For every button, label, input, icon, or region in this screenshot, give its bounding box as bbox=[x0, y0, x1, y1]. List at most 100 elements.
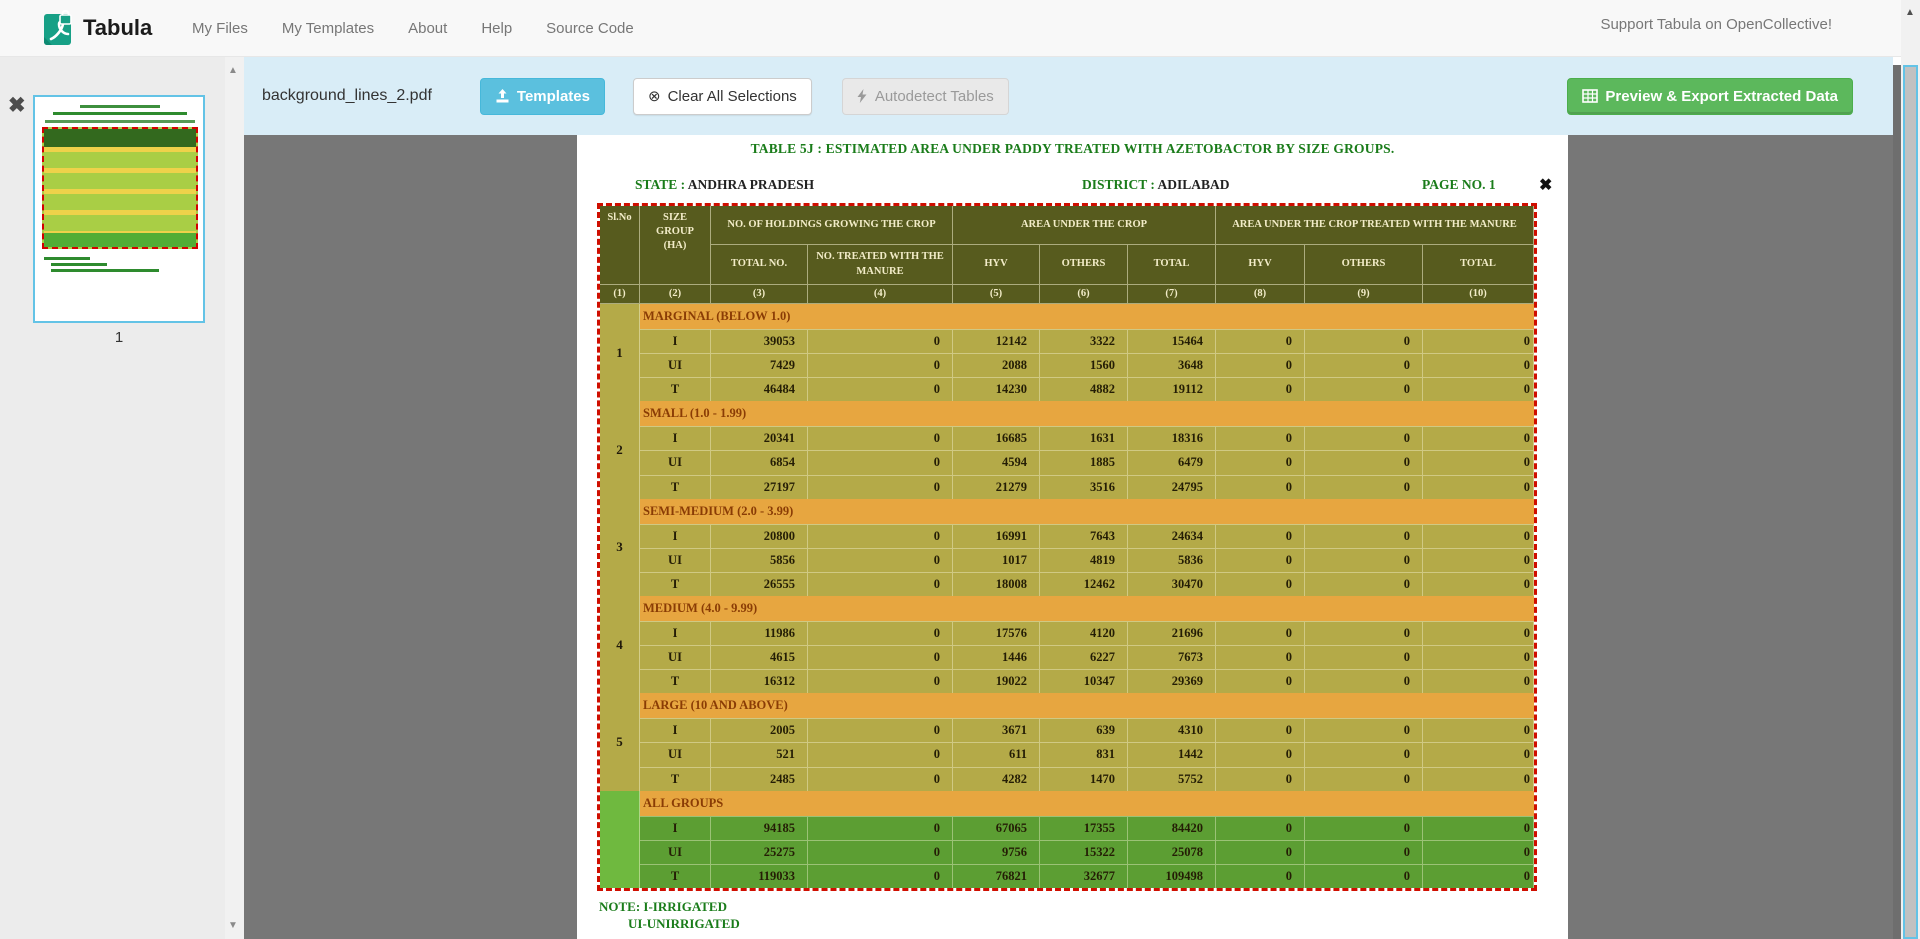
row-label-cell: T bbox=[640, 864, 711, 888]
selection-close-icon[interactable]: ✖ bbox=[1539, 175, 1552, 195]
page-thumbnail[interactable] bbox=[33, 95, 205, 323]
band-row: SMALL (1.0 - 1.99) bbox=[640, 401, 1534, 426]
table-cell: 0 bbox=[808, 621, 953, 645]
table-cell: 0 bbox=[1305, 329, 1423, 353]
table-cell: 0 bbox=[1216, 645, 1305, 669]
autodetect-tables-button[interactable]: Autodetect Tables bbox=[842, 78, 1009, 115]
table-cell: 14230 bbox=[953, 377, 1040, 401]
table-cell: 0 bbox=[1305, 718, 1423, 742]
brand[interactable]: Tabula bbox=[43, 10, 152, 46]
table-cell: 0 bbox=[1423, 864, 1534, 888]
table-cell: 4882 bbox=[1040, 377, 1128, 401]
table-cell: 12142 bbox=[953, 329, 1040, 353]
table-cell: 0 bbox=[1305, 742, 1423, 766]
district-value: ADILABAD bbox=[1158, 177, 1230, 192]
pdf-page[interactable]: TABLE 5J : ESTIMATED AREA UNDER PADDY TR… bbox=[577, 135, 1568, 939]
clear-selections-button[interactable]: ⊗ Clear All Selections bbox=[633, 78, 812, 115]
table-cell: 16685 bbox=[953, 426, 1040, 450]
window-scrollbar[interactable]: ▲ bbox=[1901, 0, 1920, 939]
table-section: 4MEDIUM (4.0 - 9.99)I1198601757641202169… bbox=[600, 596, 1534, 693]
table-cell: 27197 bbox=[711, 475, 808, 499]
table-cell: 0 bbox=[1216, 767, 1305, 791]
table-cell: 0 bbox=[1423, 475, 1534, 499]
table-cell: 29369 bbox=[1128, 669, 1216, 693]
tabula-logo-icon bbox=[43, 10, 74, 46]
header-number-cell: (5) bbox=[953, 285, 1040, 304]
table-cell: 17355 bbox=[1040, 816, 1128, 840]
table-cell: 0 bbox=[808, 816, 953, 840]
table-cell: 4310 bbox=[1128, 718, 1216, 742]
support-link[interactable]: Support Tabula on OpenCollective! bbox=[1600, 16, 1832, 33]
slno-cell bbox=[600, 791, 640, 888]
nav-item-source-code[interactable]: Source Code bbox=[529, 20, 651, 37]
district-line: DISTRICT : ADILABAD bbox=[1082, 177, 1230, 193]
page-number-label: 1 bbox=[33, 329, 205, 346]
nav-item-about[interactable]: About bbox=[391, 20, 464, 37]
header-number-cell: (8) bbox=[1216, 285, 1305, 304]
scroll-down-icon[interactable]: ▼ bbox=[228, 920, 238, 931]
scrollbar-thumb[interactable] bbox=[1903, 65, 1918, 939]
table-cell: 0 bbox=[1423, 450, 1534, 474]
band-row: MEDIUM (4.0 - 9.99) bbox=[640, 596, 1534, 621]
table-cell: 521 bbox=[711, 742, 808, 766]
row-label-cell: UI bbox=[640, 645, 711, 669]
table-cell: 1560 bbox=[1040, 353, 1128, 377]
table-cell: 2088 bbox=[953, 353, 1040, 377]
table-cell: 0 bbox=[808, 645, 953, 669]
table-cell: 0 bbox=[1216, 377, 1305, 401]
table-cell: 94185 bbox=[711, 816, 808, 840]
table-cell: 4594 bbox=[953, 450, 1040, 474]
band-row: ALL GROUPS bbox=[640, 791, 1534, 816]
table-cell: 32677 bbox=[1040, 864, 1128, 888]
pdf-note-line: NOTE: I-IRRIGATED bbox=[599, 899, 727, 915]
table-cell: 16312 bbox=[711, 669, 808, 693]
header-sub-cell: OTHERS bbox=[1305, 245, 1423, 285]
templates-button[interactable]: Templates bbox=[480, 78, 605, 115]
table-cell: 2005 bbox=[711, 718, 808, 742]
table-cell: 5752 bbox=[1128, 767, 1216, 791]
table-cell: 119033 bbox=[711, 864, 808, 888]
table-cell: 3648 bbox=[1128, 353, 1216, 377]
main-area: background_lines_2.pdf Templates ⊗ Clear… bbox=[244, 57, 1893, 939]
thumbnail-close-icon[interactable]: ✖ bbox=[8, 95, 26, 116]
export-table-icon bbox=[1582, 89, 1598, 103]
table-cell: 0 bbox=[1216, 816, 1305, 840]
table-cell: 11986 bbox=[711, 621, 808, 645]
slno-cell: 3 bbox=[600, 499, 640, 596]
row-label-cell: UI bbox=[640, 742, 711, 766]
row-label-cell: I bbox=[640, 718, 711, 742]
table-cell: 18008 bbox=[953, 572, 1040, 596]
table-cell: 84420 bbox=[1128, 816, 1216, 840]
nav-item-my-templates[interactable]: My Templates bbox=[265, 20, 391, 37]
nav-item-help[interactable]: Help bbox=[464, 20, 529, 37]
table-section: ALL GROUPSI941850670651735584420000UI252… bbox=[600, 791, 1534, 888]
table-cell: 0 bbox=[1305, 475, 1423, 499]
table-cell: 0 bbox=[1216, 524, 1305, 548]
table-cell: 831 bbox=[1040, 742, 1128, 766]
table-cell: 1017 bbox=[953, 548, 1040, 572]
table-cell: 0 bbox=[808, 353, 953, 377]
header-sub-cell: NO. TREATED WITH THE MANURE bbox=[808, 245, 953, 285]
scroll-up-icon[interactable]: ▲ bbox=[228, 65, 238, 76]
table-cell: 1446 bbox=[953, 645, 1040, 669]
viewer-scrollbar-thumb[interactable] bbox=[1893, 65, 1901, 939]
table-cell: 21279 bbox=[953, 475, 1040, 499]
band-row: SEMI-MEDIUM (2.0 - 3.99) bbox=[640, 499, 1534, 524]
scroll-up-icon[interactable]: ▲ bbox=[1905, 7, 1915, 18]
table-cell: 0 bbox=[808, 475, 953, 499]
band-row: MARGINAL (BELOW 1.0) bbox=[640, 304, 1534, 329]
slno-cell: 1 bbox=[600, 304, 640, 401]
table-cell: 0 bbox=[1305, 450, 1423, 474]
table-selection[interactable]: Sl.NoSIZE GROUP (HA)NO. OF HOLDINGS GROW… bbox=[597, 203, 1537, 891]
row-label-cell: T bbox=[640, 669, 711, 693]
table-cell: 0 bbox=[1216, 840, 1305, 864]
nav-item-my-files[interactable]: My Files bbox=[175, 20, 265, 37]
slno-cell: 2 bbox=[600, 401, 640, 498]
export-button[interactable]: Preview & Export Extracted Data bbox=[1567, 78, 1853, 115]
sidebar-scrollbar[interactable]: ▲ ▼ bbox=[225, 57, 244, 939]
thumbnail-note-line bbox=[51, 269, 159, 272]
header-sub-cell: OTHERS bbox=[1040, 245, 1128, 285]
table-cell: 9756 bbox=[953, 840, 1040, 864]
table-cell: 0 bbox=[1423, 816, 1534, 840]
table-cell: 5856 bbox=[711, 548, 808, 572]
